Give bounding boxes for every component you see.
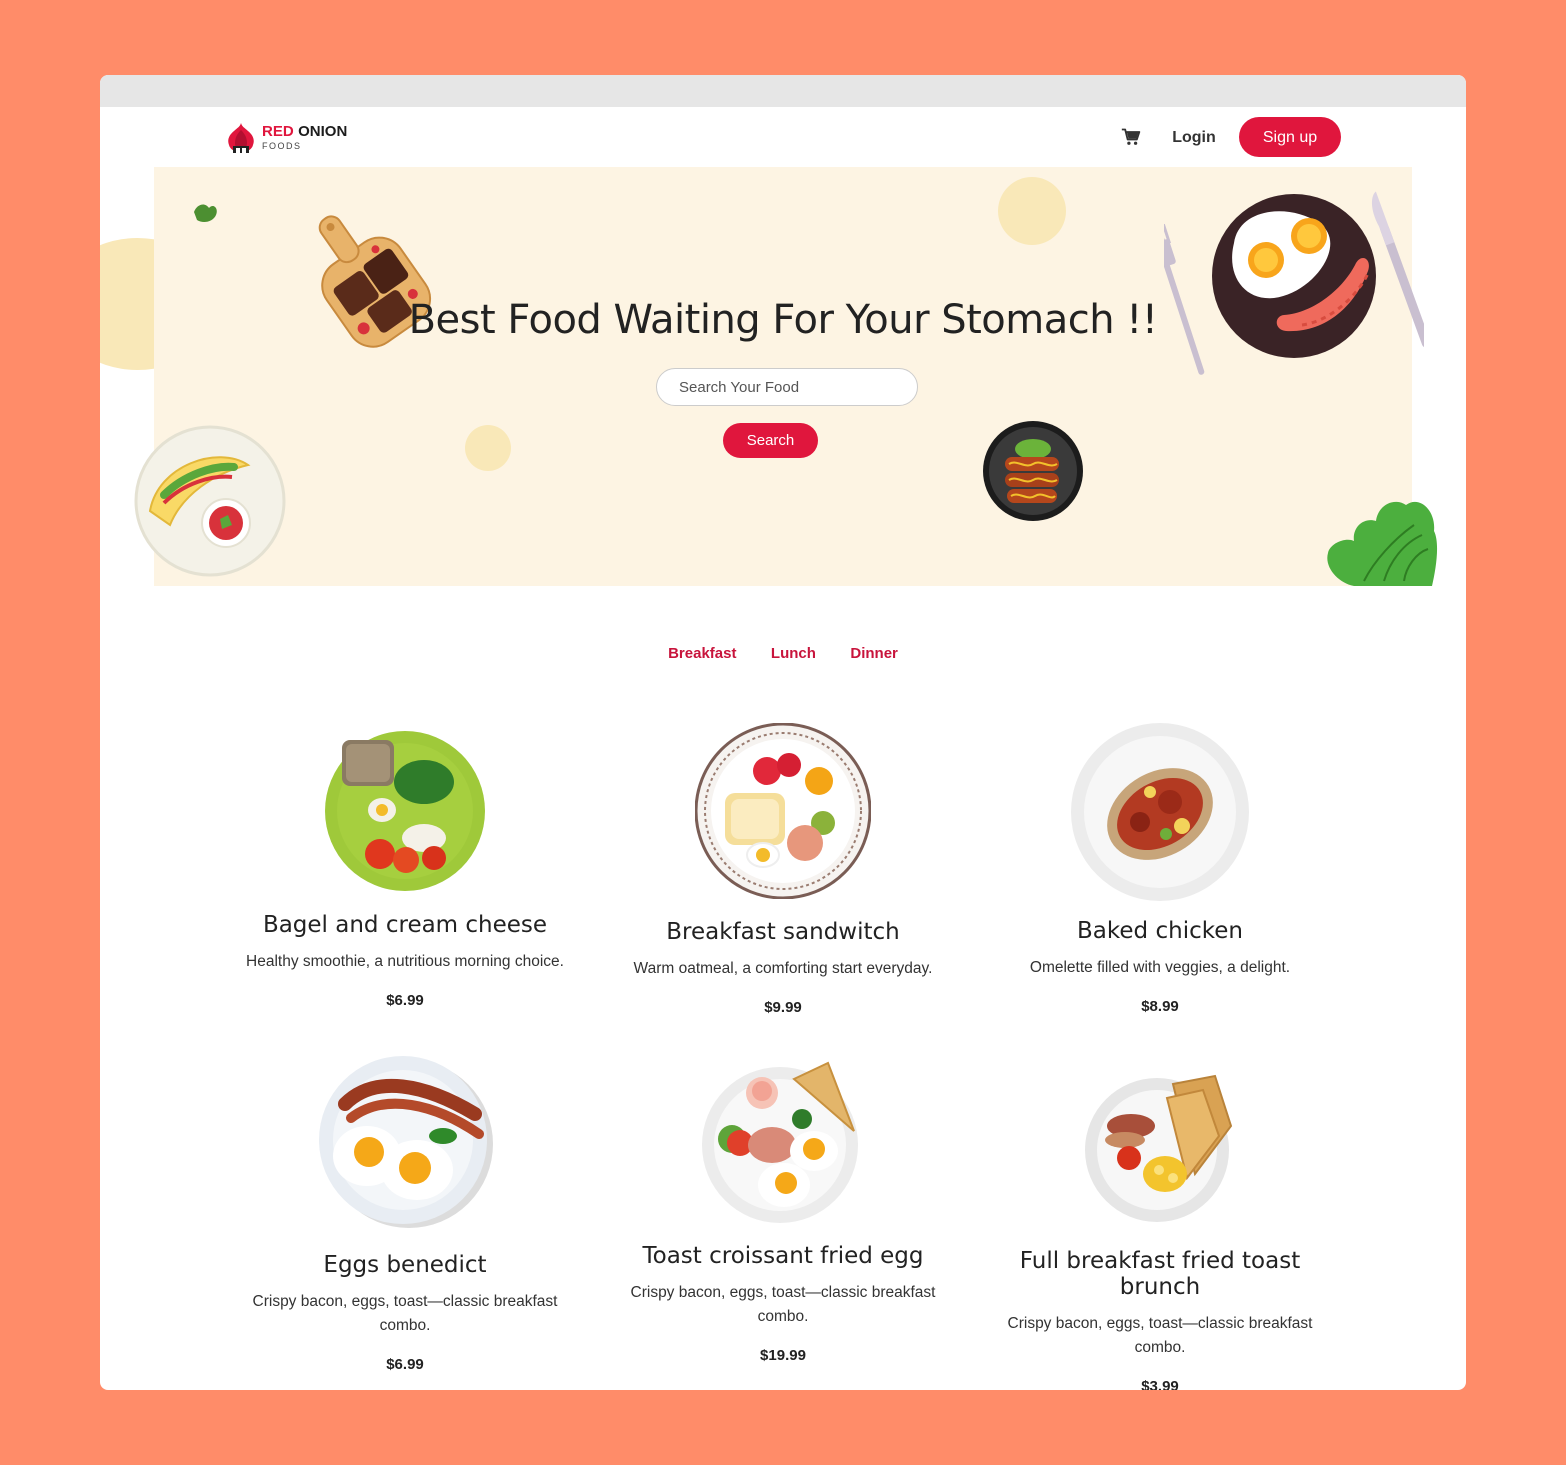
food-description: Warm oatmeal, a comforting start everyda… (633, 960, 933, 977)
decor-circle-small (465, 425, 511, 471)
food-price: $6.99 (386, 1356, 424, 1373)
tab-lunch[interactable]: Lunch (771, 645, 816, 662)
food-description: Omelette filled with veggies, a delight. (1029, 959, 1291, 976)
brand-subtitle: FOODS (262, 141, 302, 151)
food-description: Crispy bacon, eggs, toast—classic breakf… (1007, 1315, 1313, 1356)
search-button[interactable]: Search (723, 423, 818, 458)
login-link[interactable]: Login (1164, 127, 1224, 149)
tab-breakfast[interactable]: Breakfast (668, 645, 736, 662)
hero-banner: Best Food Waiting For Your Stomach !! Se… (134, 167, 1438, 586)
leaf-icon (194, 204, 217, 223)
hero-title: Best Food Waiting For Your Stomach !! (408, 297, 1158, 343)
food-image-baked-chicken (1071, 723, 1249, 901)
tab-dinner[interactable]: Dinner (850, 645, 898, 662)
food-price: $6.99 (386, 992, 424, 1009)
food-title: Breakfast sandwitch (666, 919, 900, 945)
brand-name-dark: ONION (298, 123, 348, 140)
food-title: Full breakfast fried toast brunch (1019, 1248, 1301, 1300)
cart-icon (1121, 128, 1141, 145)
food-image-toast-croissant (702, 1061, 858, 1223)
food-price: $19.99 (760, 1347, 806, 1364)
onion-logo-icon (228, 123, 254, 153)
food-card[interactable]: Full breakfast fried toast brunch Crispy… (980, 1070, 1340, 1390)
food-image-full-breakfast (1085, 1074, 1233, 1222)
food-price: $3.99 (1141, 1378, 1179, 1390)
decor-circle-top (998, 177, 1066, 245)
food-card[interactable]: Baked chicken Omelette filled with veggi… (980, 722, 1340, 1015)
food-description: Healthy smoothie, a nutritious morning c… (246, 953, 564, 970)
eggs-sausage-plate-illustration (1164, 191, 1424, 375)
browser-window: RED ONION FOODS Login Sign up Best Food … (100, 75, 1466, 1390)
cart-button[interactable] (1121, 127, 1143, 149)
signup-button[interactable]: Sign up (1239, 117, 1341, 157)
sausage-bowl-illustration (983, 421, 1083, 521)
food-card[interactable]: Bagel and cream cheese Healthy smoothie,… (225, 730, 585, 1009)
food-card[interactable]: Toast croissant fried egg Crispy bacon, … (603, 1061, 963, 1364)
brand-name-red: RED (262, 123, 294, 140)
food-description: Crispy bacon, eggs, toast—classic breakf… (252, 1293, 558, 1334)
food-title: Eggs benedict (323, 1252, 487, 1278)
food-price: $8.99 (1141, 998, 1179, 1015)
food-image-eggs-benedict (319, 1056, 493, 1228)
meal-tabs: Breakfast Lunch Dinner (100, 645, 1466, 663)
food-price: $9.99 (764, 999, 802, 1016)
navbar: RED ONION FOODS Login Sign up (100, 107, 1466, 167)
lettuce-illustration (1327, 501, 1438, 586)
food-title: Toast croissant fried egg (642, 1243, 924, 1269)
food-title: Bagel and cream cheese (262, 912, 548, 938)
food-image-bagel (325, 731, 485, 891)
food-description: Crispy bacon, eggs, toast—classic breakf… (630, 1284, 936, 1325)
search-input[interactable] (656, 368, 918, 406)
food-image-sandwich (695, 723, 871, 899)
taco-plate-illustration (134, 425, 286, 577)
food-card[interactable]: Breakfast sandwitch Warm oatmeal, a comf… (603, 723, 963, 1016)
brand-logo[interactable]: RED ONION FOODS (224, 121, 364, 157)
food-card[interactable]: Eggs benedict Crispy bacon, eggs, toast—… (225, 1054, 585, 1373)
window-title-bar (100, 75, 1466, 107)
food-title: Baked chicken (1077, 918, 1243, 944)
